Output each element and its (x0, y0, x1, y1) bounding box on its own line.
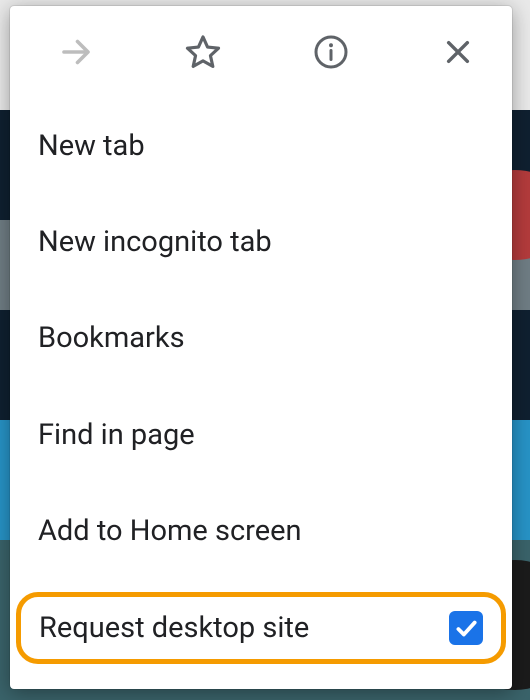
menu-item-label: New incognito tab (38, 225, 272, 259)
menu-item-label: Find in page (38, 418, 195, 452)
menu-item-find-in-page[interactable]: Find in page (16, 400, 506, 470)
menu-item-request-desktop-site[interactable]: Request desktop site (16, 592, 506, 664)
menu-item-add-to-home-screen[interactable]: Add to Home screen (16, 496, 506, 566)
menu-item-label: Bookmarks (38, 321, 185, 355)
menu-item-label: Add to Home screen (38, 514, 301, 548)
menu-toolbar (10, 6, 512, 98)
menu-item-label: New tab (38, 129, 145, 163)
menu-item-label: Request desktop site (39, 611, 309, 645)
menu-list: New tab New incognito tab Bookmarks Find… (10, 98, 512, 679)
menu-item-new-tab[interactable]: New tab (16, 111, 506, 181)
close-icon[interactable] (438, 32, 478, 72)
overflow-menu: New tab New incognito tab Bookmarks Find… (10, 6, 512, 689)
menu-item-bookmarks[interactable]: Bookmarks (16, 303, 506, 373)
info-icon[interactable] (311, 32, 351, 72)
menu-item-new-incognito-tab[interactable]: New incognito tab (16, 207, 506, 277)
forward-icon[interactable] (56, 32, 96, 72)
star-icon[interactable] (183, 32, 223, 72)
request-desktop-site-checkbox[interactable] (449, 611, 483, 645)
